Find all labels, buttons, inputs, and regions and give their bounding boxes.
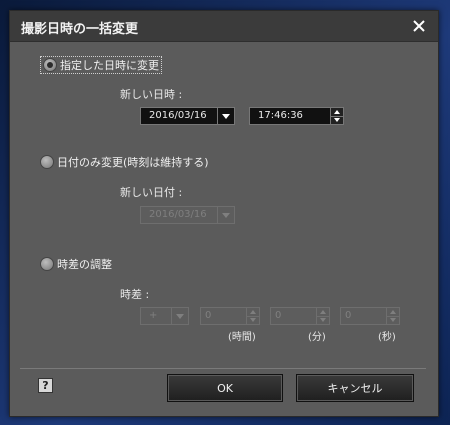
spin-down-icon[interactable] (387, 316, 399, 324)
option-time-difference-label: 時差の調整 (57, 258, 112, 271)
hours-spinner[interactable] (246, 307, 260, 325)
date-only-dropdown-button[interactable] (217, 206, 235, 224)
dialog-title: 撮影日時の一括変更 (21, 22, 139, 37)
close-button[interactable] (408, 15, 430, 37)
seconds-spinner[interactable] (386, 307, 400, 325)
option-specific-datetime[interactable]: 指定した日時に変更 (40, 56, 162, 74)
radio-time-difference[interactable] (40, 257, 54, 271)
time-field[interactable]: 17:46:36 (249, 107, 332, 125)
cancel-button[interactable]: キャンセル (296, 374, 414, 402)
option-specific-datetime-label: 指定した日時に変更 (60, 59, 159, 72)
hours-field[interactable]: 0 (200, 307, 248, 325)
radio-specific-datetime[interactable] (43, 58, 57, 72)
new-date-label: 新しい日付 : (120, 186, 183, 199)
time-spinner[interactable] (330, 107, 344, 125)
new-datetime-label: 新しい日時 : (120, 88, 183, 101)
chevron-down-icon (222, 212, 230, 218)
option-date-only-label: 日付のみ変更(時刻は維持する) (57, 156, 209, 169)
sign-dropdown-button[interactable] (171, 307, 189, 325)
spin-down-icon[interactable] (331, 116, 343, 124)
seconds-unit: (秒) (378, 332, 396, 343)
time-difference-label: 時差 : (120, 288, 150, 301)
radio-date-only[interactable] (40, 155, 54, 169)
seconds-field[interactable]: 0 (340, 307, 388, 325)
date-dropdown-button[interactable] (217, 107, 235, 125)
option-date-only[interactable]: 日付のみ変更(時刻は維持する) (40, 154, 209, 170)
close-icon (413, 20, 425, 32)
hours-unit: (時間) (228, 332, 256, 343)
title-bar: 撮影日時の一括変更 (10, 11, 438, 42)
option-time-difference[interactable]: 時差の調整 (40, 256, 112, 272)
chevron-down-icon (222, 113, 230, 119)
spin-down-icon[interactable] (247, 316, 259, 324)
footer-divider (20, 368, 426, 369)
minutes-spinner[interactable] (316, 307, 330, 325)
help-button[interactable]: ? (38, 378, 53, 393)
ok-button[interactable]: OK (167, 374, 283, 402)
spin-down-icon[interactable] (317, 316, 329, 324)
chevron-down-icon (176, 313, 184, 319)
batch-change-date-dialog: 撮影日時の一括変更 指定した日時に変更 新しい日時 : 2016/03/16 1… (9, 10, 439, 417)
minutes-field[interactable]: 0 (270, 307, 318, 325)
minutes-unit: (分) (308, 332, 326, 343)
